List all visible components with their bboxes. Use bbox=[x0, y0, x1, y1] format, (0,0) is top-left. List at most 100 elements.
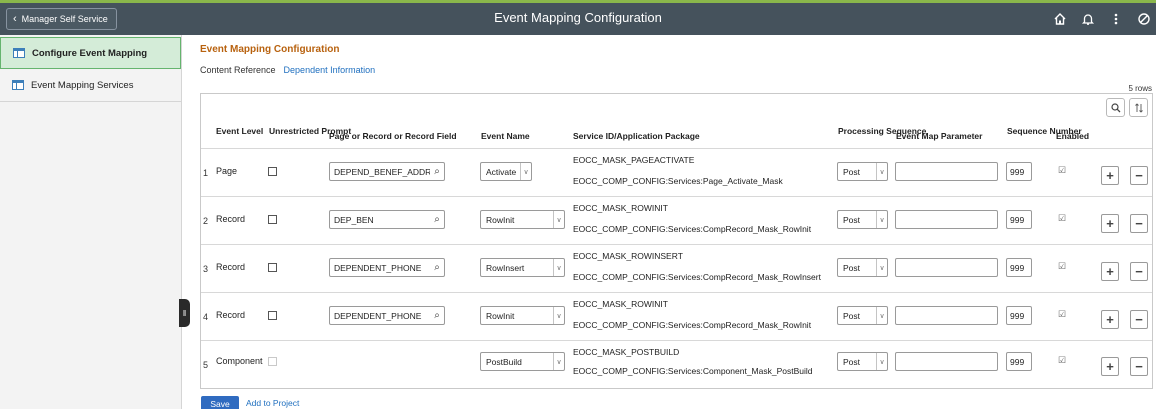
grid-toolbar bbox=[1106, 98, 1148, 117]
processing-sequence-select[interactable]: Post ∨ bbox=[837, 258, 888, 277]
event-name-select[interactable]: RowInit ∨ bbox=[480, 210, 565, 229]
row-divider bbox=[201, 340, 1152, 341]
add-row-button[interactable]: + bbox=[1101, 262, 1119, 281]
row-divider bbox=[201, 148, 1152, 149]
processing-sequence-value: Post bbox=[843, 356, 861, 367]
event-name-value: Activate bbox=[486, 166, 517, 177]
chevron-down-icon: ∨ bbox=[553, 307, 564, 324]
service-id: EOCC_MASK_POSTBUILD bbox=[573, 347, 680, 357]
event-name-select[interactable]: Activate ∨ bbox=[480, 162, 532, 181]
enabled-checkbox-checked: ☑ bbox=[1058, 355, 1067, 365]
enabled-checkbox-checked: ☑ bbox=[1058, 309, 1067, 319]
left-panel-item-configure[interactable]: Configure Event Mapping bbox=[0, 37, 181, 69]
add-row-button[interactable]: + bbox=[1101, 357, 1119, 376]
left-panel: Configure Event Mapping Event Mapping Se… bbox=[0, 35, 182, 409]
row-number: 4 bbox=[203, 312, 209, 322]
rows-count: 5 rows bbox=[1128, 84, 1152, 93]
top-banner: ‹ Manager Self Service Event Mapping Con… bbox=[0, 0, 1156, 35]
collapse-panel-handle[interactable]: ‖ bbox=[179, 299, 190, 327]
component-icon bbox=[12, 80, 24, 90]
banner-title: Event Mapping Configuration bbox=[494, 10, 662, 25]
lookup-icon[interactable]: ⌕ bbox=[430, 262, 444, 273]
processing-sequence-value: Post bbox=[843, 214, 861, 225]
add-row-button[interactable]: + bbox=[1101, 310, 1119, 329]
event-name-select[interactable]: RowInsert ∨ bbox=[480, 258, 565, 277]
enabled-checkbox-checked: ☑ bbox=[1058, 165, 1067, 175]
unrestricted-prompt-checkbox[interactable] bbox=[268, 311, 277, 320]
row-number: 2 bbox=[203, 216, 209, 226]
record-value: DEPEND_BENEF_ADDR bbox=[334, 166, 430, 177]
left-panel-item-label: Configure Event Mapping bbox=[32, 47, 148, 59]
sort-button[interactable] bbox=[1129, 98, 1148, 117]
unrestricted-prompt-checkbox[interactable] bbox=[268, 215, 277, 224]
navbar-icon[interactable] bbox=[1132, 8, 1156, 30]
processing-sequence-select[interactable]: Post ∨ bbox=[837, 352, 888, 371]
record-prompt-input[interactable]: DEP_BEN ⌕ bbox=[329, 210, 445, 229]
event-map-parameter-input[interactable] bbox=[895, 210, 998, 229]
processing-sequence-select[interactable]: Post ∨ bbox=[837, 306, 888, 325]
page-title: Event Mapping Configuration bbox=[200, 44, 340, 55]
event-level: Record bbox=[216, 214, 246, 224]
sequence-number-input[interactable]: 999 bbox=[1006, 306, 1032, 325]
search-button[interactable] bbox=[1106, 98, 1125, 117]
unrestricted-prompt-checkbox[interactable] bbox=[268, 263, 277, 272]
sequence-number-input[interactable]: 999 bbox=[1006, 162, 1032, 181]
search-icon bbox=[1110, 102, 1120, 112]
record-value: DEPENDENT_PHONE bbox=[334, 262, 422, 273]
bell-icon[interactable] bbox=[1076, 8, 1100, 30]
row-divider bbox=[201, 196, 1152, 197]
event-name-select[interactable]: RowInit ∨ bbox=[480, 306, 565, 325]
banner-icons bbox=[1044, 8, 1156, 30]
event-level: Page bbox=[216, 166, 238, 176]
lookup-icon[interactable]: ⌕ bbox=[430, 214, 444, 225]
chevron-down-icon: ∨ bbox=[876, 353, 887, 370]
chevron-down-icon: ∨ bbox=[520, 163, 531, 180]
delete-row-button[interactable]: − bbox=[1130, 310, 1148, 329]
service-id: EOCC_MASK_ROWINSERT bbox=[573, 251, 683, 261]
event-map-parameter-input[interactable] bbox=[895, 258, 998, 277]
chevron-down-icon: ∨ bbox=[876, 307, 887, 324]
sequence-number-input[interactable]: 999 bbox=[1006, 210, 1032, 229]
event-level: Record bbox=[216, 262, 246, 272]
enabled-checkbox-checked: ☑ bbox=[1058, 261, 1067, 271]
processing-sequence-value: Post bbox=[843, 262, 861, 273]
add-row-button[interactable]: + bbox=[1101, 166, 1119, 185]
delete-row-button[interactable]: − bbox=[1130, 166, 1148, 185]
event-map-parameter-input[interactable] bbox=[895, 162, 998, 181]
unrestricted-prompt-checkbox[interactable] bbox=[268, 167, 277, 176]
event-name-value: RowInsert bbox=[486, 262, 525, 273]
component-icon bbox=[13, 48, 25, 58]
event-name-select[interactable]: PostBuild ∨ bbox=[480, 352, 565, 371]
lookup-icon[interactable]: ⌕ bbox=[430, 166, 444, 177]
event-map-parameter-input[interactable] bbox=[895, 306, 998, 325]
delete-row-button[interactable]: − bbox=[1130, 262, 1148, 281]
application-package: EOCC_COMP_CONFIG:Services:CompRecord_Mas… bbox=[573, 320, 812, 330]
home-icon[interactable] bbox=[1048, 8, 1072, 30]
application-package: EOCC_COMP_CONFIG:Services:CompRecord_Mas… bbox=[573, 272, 821, 282]
sequence-number-input[interactable]: 999 bbox=[1006, 258, 1032, 277]
sequence-number-input[interactable]: 999 bbox=[1006, 352, 1032, 371]
record-prompt-input[interactable]: DEPEND_BENEF_ADDR ⌕ bbox=[329, 162, 445, 181]
application-package: EOCC_COMP_CONFIG:Services:CompRecord_Mas… bbox=[573, 224, 812, 234]
add-row-button[interactable]: + bbox=[1101, 214, 1119, 233]
event-map-parameter-input[interactable] bbox=[895, 352, 998, 371]
add-to-project-link[interactable]: Add to Project bbox=[246, 398, 299, 408]
save-button[interactable]: Save bbox=[201, 396, 239, 409]
processing-sequence-select[interactable]: Post ∨ bbox=[837, 210, 888, 229]
application-package: EOCC_COMP_CONFIG:Services:Component_Mask… bbox=[573, 366, 813, 376]
record-prompt-input[interactable]: DEPENDENT_PHONE ⌕ bbox=[329, 306, 445, 325]
lookup-icon[interactable]: ⌕ bbox=[430, 310, 444, 321]
event-level: Record bbox=[216, 310, 246, 320]
left-panel-item-services[interactable]: Event Mapping Services bbox=[0, 69, 181, 102]
event-name-value: RowInit bbox=[486, 214, 515, 225]
record-prompt-input[interactable]: DEPENDENT_PHONE ⌕ bbox=[329, 258, 445, 277]
processing-sequence-select[interactable]: Post ∨ bbox=[837, 162, 888, 181]
more-vertical-icon[interactable] bbox=[1104, 8, 1128, 30]
row-divider bbox=[201, 244, 1152, 245]
header-event-name: Event Name bbox=[481, 131, 530, 141]
delete-row-button[interactable]: − bbox=[1130, 214, 1148, 233]
chevron-down-icon: ∨ bbox=[553, 259, 564, 276]
record-value: DEP_BEN bbox=[334, 214, 374, 225]
dependent-information-link[interactable]: Dependent Information bbox=[284, 65, 376, 75]
delete-row-button[interactable]: − bbox=[1130, 357, 1148, 376]
